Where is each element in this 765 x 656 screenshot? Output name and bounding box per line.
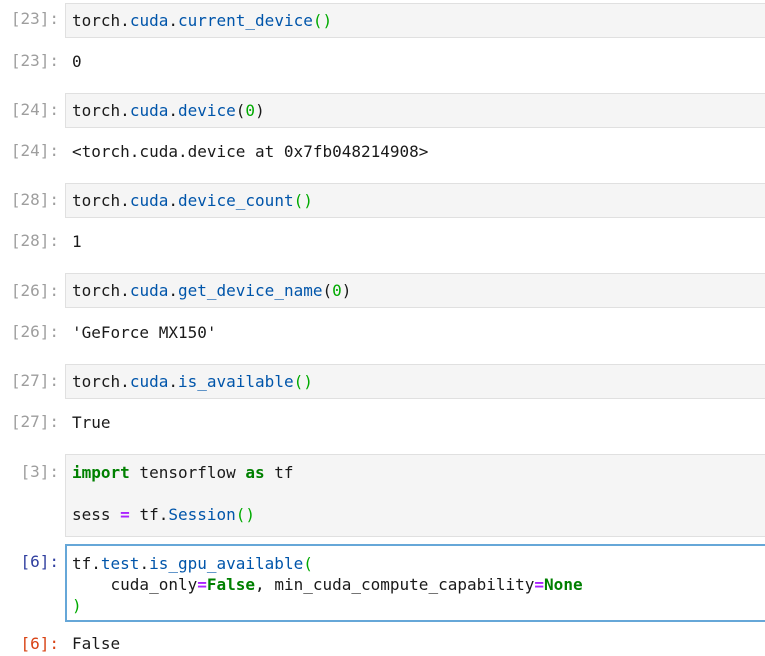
- code-line: torch.cuda.is_available(): [72, 372, 313, 391]
- cell-output: 1: [72, 232, 82, 251]
- output-prompt: [6]:: [20, 634, 59, 653]
- input-prompt: [26]:: [10, 281, 59, 300]
- code-line: torch.cuda.current_device(): [72, 11, 333, 30]
- cell-output: False: [72, 634, 121, 653]
- code-line: ): [72, 596, 82, 615]
- output-prompt: [26]:: [10, 322, 59, 341]
- input-prompt: [3]:: [20, 462, 59, 481]
- output-prompt: [28]:: [10, 231, 59, 250]
- input-prompt: [24]:: [10, 100, 59, 119]
- input-prompt: [23]:: [10, 9, 59, 28]
- cell-output: <torch.cuda.device at 0x7fb048214908>: [72, 142, 429, 161]
- code-line: torch.cuda.device(0): [72, 101, 265, 120]
- input-prompt: [27]:: [10, 371, 59, 390]
- cell-output: 0: [72, 52, 82, 71]
- output-prompt: [27]:: [10, 412, 59, 431]
- code-line: import tensorflow as tf: [72, 463, 294, 482]
- cell-output: 'GeForce MX150': [72, 323, 217, 342]
- code-input[interactable]: torch.cuda.current_device(): [65, 3, 765, 38]
- code-input[interactable]: torch.cuda.device_count(): [65, 183, 765, 218]
- input-prompt: [6]:: [20, 552, 59, 571]
- output-prompt: [24]:: [10, 141, 59, 160]
- code-input[interactable]: import tensorflow as tf sess = tf.Sessio…: [65, 454, 765, 537]
- code-line: tf.test.is_gpu_available(: [72, 554, 313, 573]
- code-line: sess = tf.Session(): [72, 505, 256, 524]
- code-line: cuda_only=False, min_cuda_compute_capabi…: [72, 575, 583, 594]
- code-line: torch.cuda.device_count(): [72, 191, 313, 210]
- code-input[interactable]: torch.cuda.is_available(): [65, 364, 765, 399]
- code-input[interactable]: torch.cuda.get_device_name(0): [65, 273, 765, 308]
- code-input[interactable]: torch.cuda.device(0): [65, 93, 765, 128]
- output-prompt: [23]:: [10, 51, 59, 70]
- cell-output: True: [72, 413, 111, 432]
- code-input[interactable]: tf.test.is_gpu_available( cuda_only=Fals…: [65, 544, 765, 622]
- input-prompt: [28]:: [10, 190, 59, 209]
- code-line: torch.cuda.get_device_name(0): [72, 281, 352, 300]
